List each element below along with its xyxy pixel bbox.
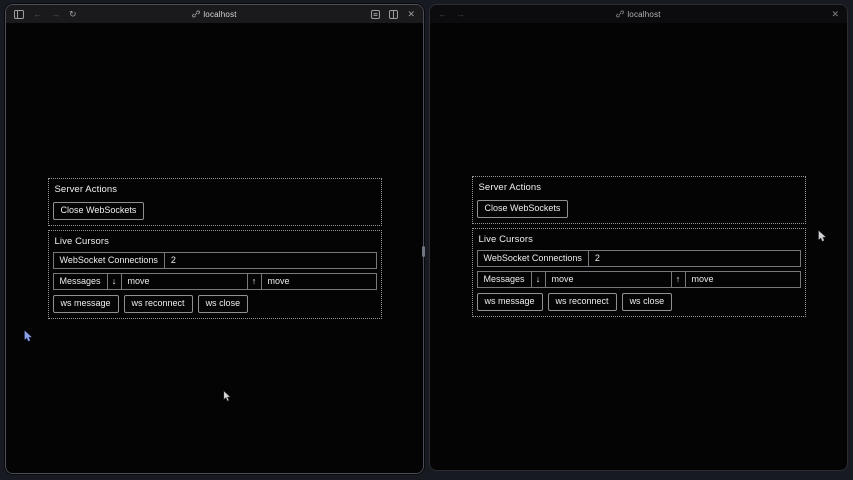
remote-cursor-white	[818, 230, 827, 248]
titlebar-left-controls: ← →	[430, 9, 465, 19]
link-icon	[192, 10, 200, 18]
close-icon[interactable]: ✕	[831, 9, 839, 19]
titlebar-left: ← → ↻ localhost	[6, 5, 423, 23]
ws-reconnect-button[interactable]: ws reconnect	[124, 295, 193, 313]
live-cursors-group: Live Cursors WebSocket Connections 2 Mes…	[472, 228, 806, 317]
link-icon	[616, 10, 624, 18]
server-actions-title: Server Actions	[479, 182, 801, 193]
connections-row: WebSocket Connections 2	[53, 252, 377, 269]
forward-icon[interactable]: →	[456, 9, 465, 19]
connections-value: 2	[165, 253, 376, 268]
window-resize-handle[interactable]	[422, 246, 425, 257]
server-actions-group: Server Actions Close WebSockets	[472, 176, 806, 224]
sent-message-value: move	[686, 272, 800, 287]
live-cursors-title: Live Cursors	[479, 234, 801, 245]
received-message-value: move	[122, 274, 248, 289]
titlebar-right-window: ← → localhost ✕	[430, 5, 847, 23]
close-websockets-button[interactable]: Close WebSockets	[53, 202, 145, 220]
split-view-icon[interactable]	[389, 10, 398, 19]
reload-icon[interactable]: ↻	[69, 9, 77, 19]
arrow-up-icon: ↑	[248, 274, 262, 289]
messages-row: Messages ↓ move ↑ move	[53, 273, 377, 290]
page-viewport: Server Actions Close WebSockets Live Cur…	[430, 23, 847, 470]
page-viewport: Server Actions Close WebSockets Live Cur…	[6, 23, 423, 473]
live-cursors-group: Live Cursors WebSocket Connections 2 Mes…	[48, 230, 382, 319]
live-cursors-title: Live Cursors	[55, 236, 377, 247]
ws-message-button[interactable]: ws message	[53, 295, 119, 313]
page-title: localhost	[627, 10, 660, 19]
connections-row: WebSocket Connections 2	[477, 250, 801, 267]
received-message-value: move	[546, 272, 672, 287]
messages-label: Messages	[54, 274, 108, 289]
browser-window-right: ← → localhost ✕ Server Actions	[429, 4, 848, 471]
sidebar-toggle-icon[interactable]	[14, 10, 24, 19]
messages-row: Messages ↓ move ↑ move	[477, 271, 801, 288]
server-actions-group: Server Actions Close WebSockets	[48, 178, 382, 226]
controls-panel: Server Actions Close WebSockets Live Cur…	[472, 176, 806, 317]
mouse-pointer	[223, 390, 232, 408]
titlebar-right-controls: ✕	[831, 9, 847, 19]
arrow-up-icon: ↑	[672, 272, 686, 287]
arrow-down-icon: ↓	[108, 274, 122, 289]
close-websockets-button[interactable]: Close WebSockets	[477, 200, 569, 218]
close-icon[interactable]: ✕	[407, 9, 415, 19]
ws-close-button[interactable]: ws close	[622, 293, 673, 311]
browser-window-left: ← → ↻ localhost	[5, 4, 424, 474]
back-icon[interactable]: ←	[438, 9, 447, 19]
address-display[interactable]: localhost	[430, 5, 847, 23]
forward-icon[interactable]: →	[51, 9, 60, 19]
arrow-down-icon: ↓	[532, 272, 546, 287]
back-icon[interactable]: ←	[33, 9, 42, 19]
ws-message-button[interactable]: ws message	[477, 293, 543, 311]
reader-view-icon[interactable]	[371, 10, 380, 19]
sent-message-value: move	[262, 274, 376, 289]
messages-label: Messages	[478, 272, 532, 287]
connections-label: WebSocket Connections	[54, 253, 165, 268]
page-title: localhost	[203, 10, 236, 19]
titlebar-right-controls: ✕	[371, 9, 423, 19]
connections-value: 2	[589, 251, 800, 266]
remote-cursor-blue	[24, 330, 33, 348]
connections-label: WebSocket Connections	[478, 251, 589, 266]
server-actions-title: Server Actions	[55, 184, 377, 195]
ws-buttons-row: ws message ws reconnect ws close	[53, 295, 377, 313]
ws-reconnect-button[interactable]: ws reconnect	[548, 293, 617, 311]
controls-panel: Server Actions Close WebSockets Live Cur…	[48, 178, 382, 319]
titlebar-left-controls: ← → ↻	[6, 9, 77, 19]
ws-close-button[interactable]: ws close	[198, 295, 249, 313]
ws-buttons-row: ws message ws reconnect ws close	[477, 293, 801, 311]
